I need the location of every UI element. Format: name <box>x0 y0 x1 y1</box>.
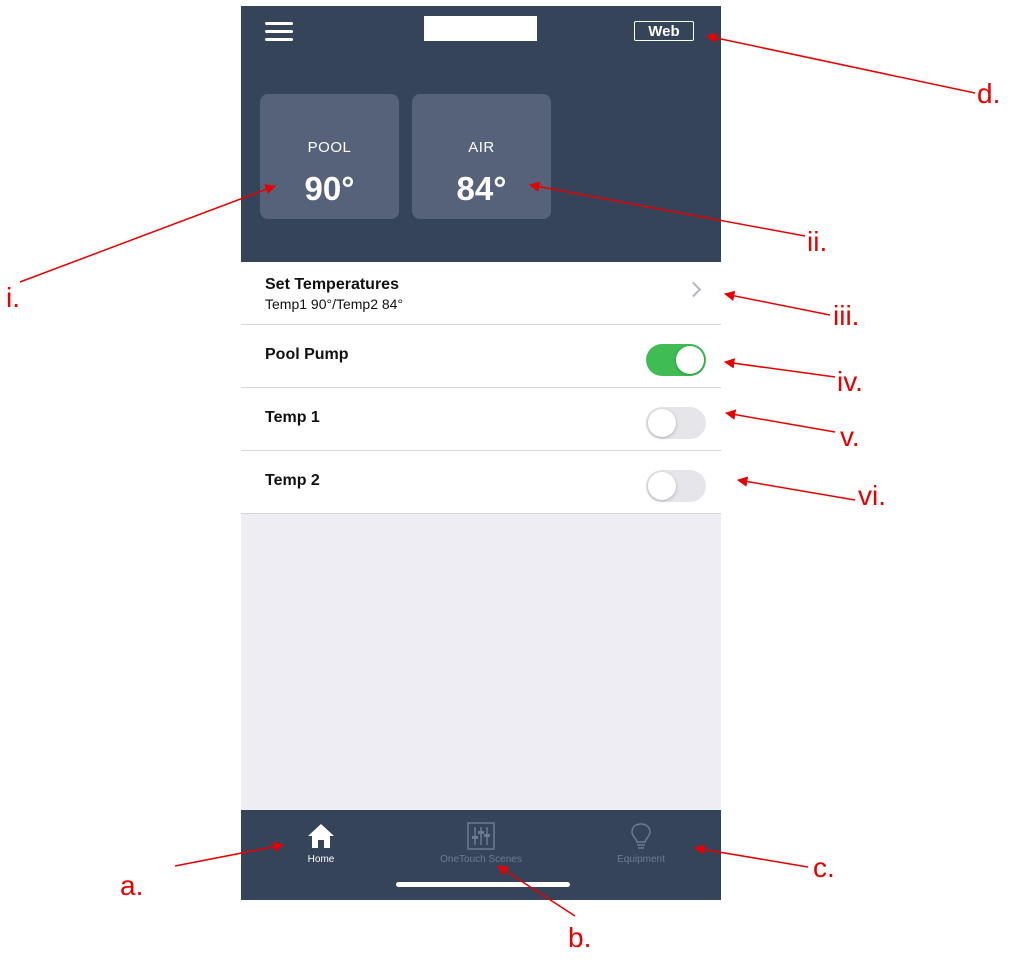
annotation-vi: vi. <box>858 480 886 511</box>
arrow-iv <box>723 358 836 378</box>
annotation-a: a. <box>120 870 144 901</box>
arrow-v <box>724 409 836 433</box>
annotation-iii: iii. <box>833 300 860 331</box>
arrow-ii <box>528 181 806 237</box>
arrow-b <box>497 865 576 917</box>
annotation-c: c. <box>813 852 835 883</box>
annotation-b: b. <box>568 922 592 953</box>
annotation-d: d. <box>977 78 1001 109</box>
arrow-vi <box>736 476 856 501</box>
arrow-a <box>174 841 285 867</box>
annotation-iv: iv. <box>837 366 863 397</box>
annotation-i: i. <box>6 282 20 313</box>
annotation-v: v. <box>840 421 860 452</box>
arrow-d <box>705 32 976 94</box>
arrow-c <box>693 844 809 868</box>
arrow-iii <box>723 290 831 316</box>
arrow-i <box>19 184 276 283</box>
annotation-ii: ii. <box>807 226 828 257</box>
